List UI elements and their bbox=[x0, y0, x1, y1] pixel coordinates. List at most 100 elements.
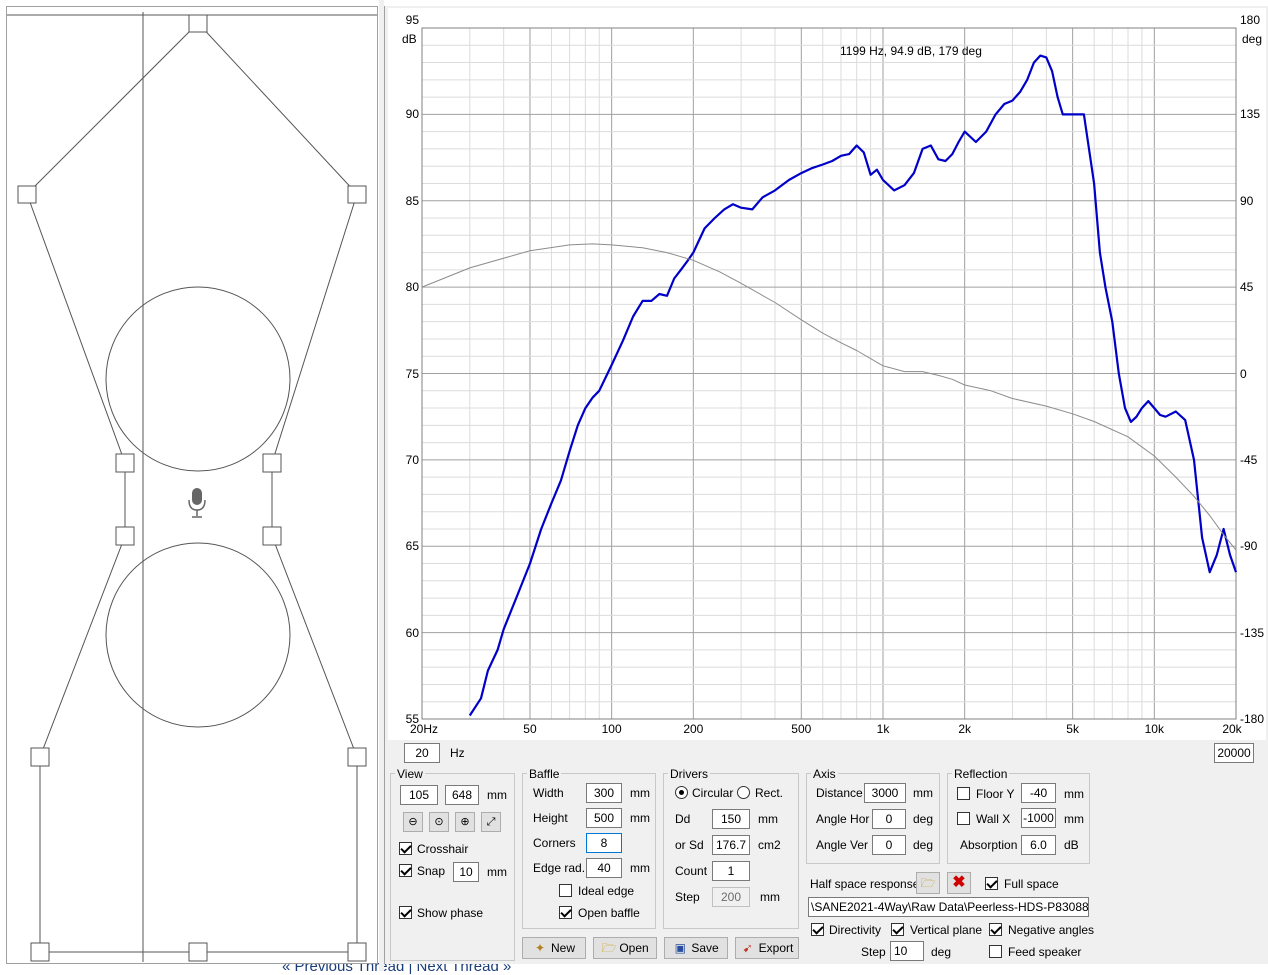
folder-icon: 🗁 bbox=[601, 941, 617, 955]
halfspace-path-field[interactable]: \SANE2021-4Way\Raw Data\Peerless-HDS-P83… bbox=[808, 897, 1089, 917]
distance-field[interactable]: 3000 bbox=[864, 783, 906, 803]
corner-handle bbox=[262, 526, 282, 546]
baffle-width-field[interactable]: 300 bbox=[586, 783, 622, 803]
x-tick-label: 20Hz bbox=[409, 722, 439, 736]
open-button[interactable]: 🗁 Open bbox=[593, 937, 657, 959]
angle-ver-label: Angle Ver bbox=[816, 838, 869, 852]
hs-step-field[interactable]: 10 bbox=[890, 941, 924, 961]
freq-max-field[interactable]: 20000 bbox=[1214, 743, 1254, 763]
step-field[interactable]: 200 bbox=[712, 887, 750, 907]
directivity-checkbox[interactable] bbox=[811, 923, 824, 936]
angle-hor-label: Angle Hor bbox=[816, 812, 870, 826]
open-baffle-checkbox[interactable] bbox=[559, 906, 572, 919]
step-unit: mm bbox=[760, 890, 780, 904]
wall-checkbox[interactable] bbox=[957, 812, 970, 825]
baffle-corners-label: Corners bbox=[533, 836, 576, 850]
corner-handle bbox=[115, 526, 135, 546]
floor-checkbox[interactable] bbox=[957, 787, 970, 800]
baffle-width-unit: mm bbox=[630, 786, 650, 800]
snap-checkbox[interactable] bbox=[399, 864, 412, 877]
view-unit: mm bbox=[487, 788, 507, 802]
driver-lower bbox=[105, 542, 291, 728]
y-left-tick-label: 60 bbox=[405, 625, 419, 640]
y-right-tick-label: -45 bbox=[1240, 452, 1258, 467]
x-tick-label: 50 bbox=[523, 722, 537, 736]
corner-handle bbox=[30, 942, 50, 962]
distance-label: Distance bbox=[816, 786, 863, 800]
baffle-edge-label: Edge rad. bbox=[533, 861, 586, 875]
dd-unit: mm bbox=[758, 812, 778, 826]
corner-handle bbox=[347, 185, 367, 204]
angle-hor-unit: deg bbox=[913, 812, 934, 826]
corner-handle bbox=[347, 747, 367, 767]
dd-field[interactable]: 150 bbox=[712, 809, 750, 829]
y-left-tick-label: 65 bbox=[405, 539, 419, 554]
hs-step-label: Step bbox=[861, 945, 886, 959]
rect-label: Rect. bbox=[755, 786, 784, 800]
rect-radio[interactable] bbox=[737, 786, 750, 799]
vertical-plane-checkbox[interactable] bbox=[891, 923, 904, 936]
baffle-outline bbox=[26, 22, 358, 953]
corner-handle bbox=[347, 942, 367, 962]
x-tick-label: 500 bbox=[791, 722, 812, 736]
right-axis-unit: deg bbox=[1242, 32, 1263, 46]
baffle-edge-field[interactable]: 40 bbox=[586, 858, 622, 878]
count-field[interactable]: 1 bbox=[712, 861, 750, 881]
corner-handle bbox=[30, 747, 50, 767]
wall-field[interactable]: -1000 bbox=[1021, 808, 1056, 828]
freq-min-unit: Hz bbox=[450, 746, 465, 760]
new-button[interactable]: ✦ New bbox=[522, 937, 586, 959]
x-tick-label: 2k bbox=[958, 722, 971, 736]
floppy-icon: ▣ bbox=[674, 941, 686, 955]
open-baffle-label: Open baffle bbox=[578, 906, 640, 920]
absorption-label: Absorption bbox=[960, 838, 1018, 852]
y-left-tick-label: 70 bbox=[405, 452, 419, 467]
y-left-tick-label: 95 bbox=[405, 13, 419, 27]
y-left-tick-label: 80 bbox=[405, 280, 419, 295]
angle-hor-field[interactable]: 0 bbox=[872, 809, 906, 829]
full-space-checkbox[interactable] bbox=[985, 877, 998, 890]
frequency-response-graph[interactable]: dB deg 1199 Hz, 94.9 dB, 179 deg 95 90 85 8… bbox=[388, 8, 1266, 740]
snap-field[interactable]: 10 bbox=[453, 862, 479, 882]
baffle-corners-field[interactable]: 8 bbox=[586, 833, 622, 853]
y-left-tick-label: 85 bbox=[405, 193, 419, 208]
crosshair-checkbox[interactable] bbox=[399, 842, 412, 855]
export-button[interactable]: ➹ Export bbox=[735, 937, 799, 959]
circular-radio[interactable] bbox=[675, 786, 688, 799]
hs-step-unit: deg bbox=[931, 945, 952, 959]
view-y-field[interactable]: 648 bbox=[445, 785, 479, 805]
open-folder-icon[interactable]: 🗁 bbox=[916, 872, 940, 894]
show-phase-label: Show phase bbox=[417, 906, 484, 920]
remove-icon[interactable]: ✖ bbox=[947, 872, 971, 894]
negative-angles-checkbox[interactable] bbox=[989, 923, 1002, 936]
wand-icon: ✦ bbox=[534, 941, 546, 955]
fullscreen-icon[interactable]: ⤢ bbox=[481, 812, 501, 832]
view-x-field[interactable]: 105 bbox=[400, 785, 438, 805]
driver-upper bbox=[105, 286, 291, 472]
zoom-in-icon[interactable]: ⊕ bbox=[455, 812, 475, 832]
circular-label: Circular bbox=[692, 786, 734, 800]
floor-field[interactable]: -40 bbox=[1021, 783, 1056, 803]
new-button-label: New bbox=[550, 941, 575, 955]
absorption-field[interactable]: 6.0 bbox=[1021, 835, 1056, 855]
corner-handle bbox=[188, 942, 208, 962]
angle-ver-field[interactable]: 0 bbox=[872, 835, 906, 855]
baffle-canvas[interactable] bbox=[6, 6, 378, 964]
save-button[interactable]: ▣ Save bbox=[664, 937, 728, 959]
ideal-edge-checkbox[interactable] bbox=[559, 884, 572, 897]
feed-speaker-checkbox[interactable] bbox=[989, 945, 1002, 958]
zoom-out-icon[interactable]: ⊖ bbox=[403, 812, 423, 832]
x-tick-label: 100 bbox=[601, 722, 622, 736]
y-left-tick-label: 90 bbox=[405, 107, 419, 122]
cursor-readout: 1199 Hz, 94.9 dB, 179 deg bbox=[840, 44, 982, 58]
zoom-fit-icon[interactable]: ⊙ bbox=[429, 812, 449, 832]
show-phase-checkbox[interactable] bbox=[399, 906, 412, 919]
baffle-height-field[interactable]: 500 bbox=[586, 808, 622, 828]
reflection-title: Reflection bbox=[952, 767, 1010, 781]
export-button-label: Export bbox=[758, 941, 794, 955]
baffle-height-label: Height bbox=[533, 811, 568, 825]
sd-field[interactable]: 176.7 bbox=[712, 835, 750, 855]
y-right-tick-label: 0 bbox=[1240, 366, 1247, 381]
freq-min-field[interactable]: 20 bbox=[404, 743, 440, 763]
x-tick-label: 1k bbox=[876, 722, 890, 736]
